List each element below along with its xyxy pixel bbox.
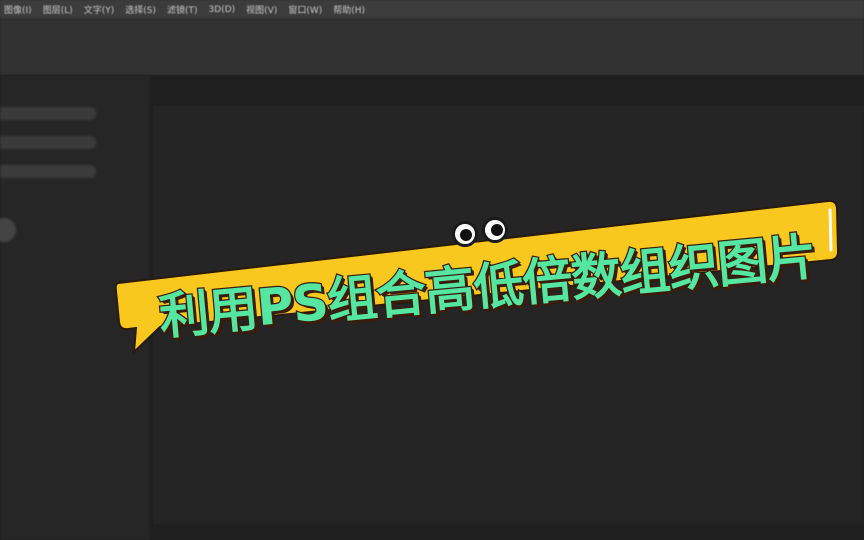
- title-banner: 利用PS组合高低倍数组织图片: [0, 0, 864, 540]
